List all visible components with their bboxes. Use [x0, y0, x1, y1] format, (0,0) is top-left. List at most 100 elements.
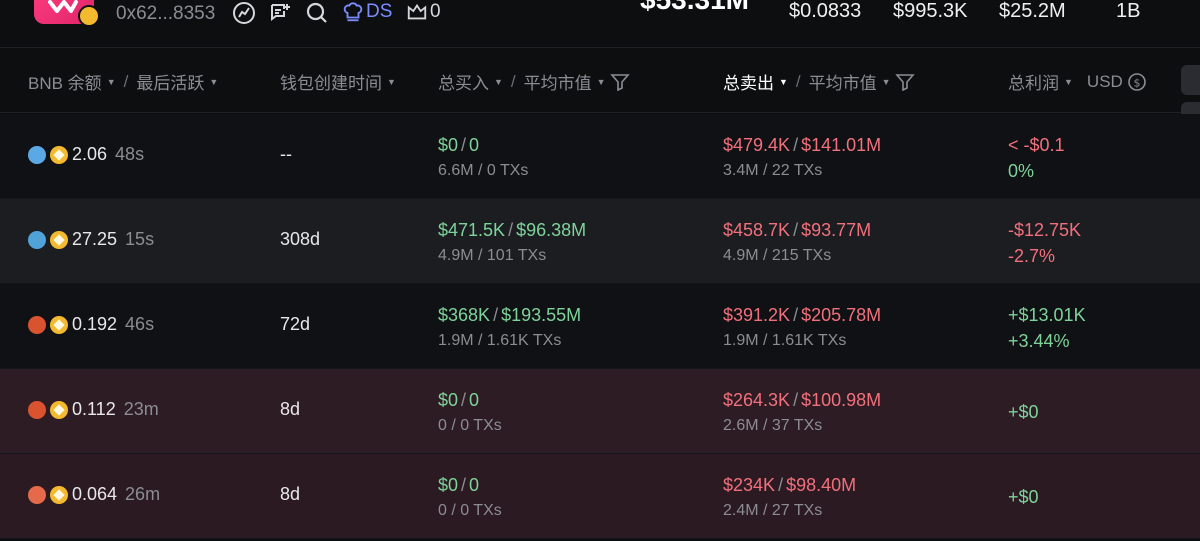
- bnb-coin-icon: [50, 230, 68, 249]
- bnb-coin-icon: [50, 400, 68, 419]
- sort-icon[interactable]: ▼: [882, 77, 891, 87]
- table-row[interactable]: 2.06 48s -- $0/0 6.6M / 0 TXs $479.4K / $1…: [0, 114, 1200, 199]
- bnb-balance-cell: 0.064 26m: [28, 484, 160, 505]
- sell-usd: $479.4K: [723, 135, 791, 155]
- wallet-created: 308d: [280, 229, 321, 249]
- header-wallet-created[interactable]: 钱包创建时间: [280, 69, 382, 94]
- total-buy-cell: $0/0 6.6M / 0 TXs: [438, 134, 528, 182]
- row-action-icon[interactable]: ⋮: [1194, 488, 1200, 504]
- total-sell-line: $458.7K / $93.77M: [723, 219, 871, 241]
- total-sell-line: $264.3K / $100.98M: [723, 389, 881, 411]
- currency-switch-icon[interactable]: $: [1127, 72, 1147, 92]
- bnb-balance: 27.25: [72, 229, 118, 249]
- separator: /: [461, 135, 467, 155]
- table-row[interactable]: 27.25 15s 308d $471.5K / $96.38M 4.9M / 10…: [0, 199, 1200, 284]
- bnb-coin-icon: [50, 145, 68, 164]
- header-avg-mcap-sell[interactable]: 平均市值: [809, 69, 877, 94]
- total-sell-cell: $264.3K / $100.98M 2.6M / 37 TXs: [723, 389, 881, 437]
- total-buy-line: $0/0: [438, 474, 502, 496]
- buy-usd: $0: [438, 390, 459, 410]
- sell-avg-mcap: $205.78M: [801, 305, 882, 325]
- table-row[interactable]: 0.192 46s 72d $368K / $193.55M 1.9M / 1.61…: [0, 284, 1200, 369]
- row-action-icon[interactable]: ⋮: [1194, 148, 1200, 164]
- sort-icon[interactable]: ▼: [1064, 77, 1073, 87]
- total-sell-cell: $391.2K / $205.78M 1.9M / 1.61K TXs: [723, 304, 881, 352]
- sort-icon[interactable]: ▼: [209, 77, 218, 87]
- sell-avg-mcap: $98.40M: [786, 475, 857, 495]
- sort-icon[interactable]: ▼: [597, 77, 606, 87]
- price-value: $0.0833: [789, 0, 862, 22]
- total-profit-cell: < -$0.1 0%: [1008, 134, 1065, 182]
- buy-avg-mcap: 0: [469, 475, 480, 495]
- buy-detail: 1.9M / 1.61K TXs: [438, 332, 562, 349]
- volume-value: $25.2M: [999, 0, 1066, 22]
- holders-count[interactable]: 0: [406, 1, 441, 23]
- sort-icon[interactable]: ▼: [494, 77, 503, 87]
- separator: /: [778, 475, 784, 495]
- bnb-balance: 2.06: [72, 144, 108, 164]
- token-address[interactable]: 0x62...8353: [116, 3, 215, 25]
- bnb-coin-icon: [50, 315, 68, 334]
- sell-usd: $391.2K: [723, 305, 791, 325]
- buy-usd: $471.5K: [438, 220, 506, 240]
- header-separator: /: [510, 71, 516, 91]
- bnb-balance: 0.112: [72, 399, 116, 419]
- side-panel-toggle-button[interactable]: [1181, 65, 1200, 95]
- filter-icon[interactable]: [609, 73, 630, 91]
- currency-toggle[interactable]: USD: [1087, 72, 1123, 92]
- buy-avg-mcap: 0: [469, 135, 480, 155]
- header-last-active[interactable]: 最后活跃: [136, 69, 204, 94]
- dolphin-icon: [28, 230, 46, 249]
- buy-usd: $0: [438, 135, 459, 155]
- profit-percent: +3.44%: [1008, 331, 1070, 351]
- wallet-created: 8d: [280, 399, 301, 419]
- header-avg-mcap-buy[interactable]: 平均市值: [524, 69, 592, 94]
- header-total-sell[interactable]: 总卖出: [723, 69, 774, 94]
- sort-icon[interactable]: ▼: [107, 77, 116, 87]
- profit-value: +$0: [1008, 402, 1039, 422]
- ds-link[interactable]: DS: [342, 1, 392, 23]
- comment-add-icon[interactable]: [268, 1, 292, 25]
- sell-detail: 3.4M / 22 TXs: [723, 162, 823, 179]
- header-wallet-created-cell: 钱包创建时间 ▼: [280, 69, 396, 94]
- total-buy-line: $471.5K / $96.38M: [438, 219, 586, 241]
- sort-active-icon[interactable]: ▼: [779, 77, 788, 87]
- profit-value: -$12.75K: [1008, 220, 1082, 240]
- bnb-coin-icon: [50, 485, 68, 504]
- separator: /: [793, 305, 799, 325]
- header-bnb-balance[interactable]: BNB 余额: [28, 69, 102, 94]
- profit-value: +$0: [1008, 487, 1039, 507]
- total-sell-cell: $234K / $98.40M 2.4M / 27 TXs: [723, 474, 856, 522]
- search-icon[interactable]: [305, 1, 329, 25]
- row-action-icon[interactable]: ⋮: [1194, 318, 1200, 334]
- sell-avg-mcap: $100.98M: [801, 390, 882, 410]
- separator: /: [793, 220, 799, 240]
- filter-icon[interactable]: [894, 73, 915, 91]
- total-profit-cell: -$12.75K -2.7%: [1008, 219, 1081, 267]
- token-logo-icon: [48, 0, 78, 13]
- crab-icon: [28, 315, 46, 334]
- wallet-created: --: [280, 144, 292, 164]
- row-action-icon[interactable]: ⋮: [1194, 403, 1200, 419]
- last-active: 48s: [115, 144, 145, 164]
- market-cap-value: $53.31M: [640, 0, 749, 16]
- total-sell-line: $479.4K / $141.01M: [723, 134, 881, 156]
- sell-usd: $234K: [723, 475, 776, 495]
- chart-circle-icon[interactable]: [232, 1, 256, 25]
- row-action-icon[interactable]: ⋮: [1194, 233, 1200, 249]
- total-buy-line: $0/0: [438, 389, 502, 411]
- table-row[interactable]: 0.112 23m 8d $0/0 0 / 0 TXs $264.3K / $100…: [0, 369, 1200, 454]
- header-total-profit[interactable]: 总利润: [1008, 69, 1059, 94]
- buy-detail: 4.9M / 101 TXs: [438, 247, 547, 264]
- sort-icon[interactable]: ▼: [387, 77, 396, 87]
- buy-avg-mcap: $193.55M: [501, 305, 582, 325]
- header-total-buy[interactable]: 总买入: [438, 69, 489, 94]
- shrimp-icon: [28, 485, 46, 504]
- total-buy-cell: $0/0 0 / 0 TXs: [438, 389, 502, 437]
- total-buy-cell: $471.5K / $96.38M 4.9M / 101 TXs: [438, 219, 586, 267]
- bnb-balance: 0.192: [72, 314, 118, 334]
- table-row[interactable]: 0.064 26m 8d $0/0 0 / 0 TXs $234K / $98.40…: [0, 454, 1200, 539]
- token-top-bar: 0x62...8353 DS 0 $53.31M $0.0833 $995.3K…: [0, 0, 1200, 48]
- bnb-balance-cell: 2.06 48s: [28, 144, 144, 165]
- last-active: 26m: [125, 484, 161, 504]
